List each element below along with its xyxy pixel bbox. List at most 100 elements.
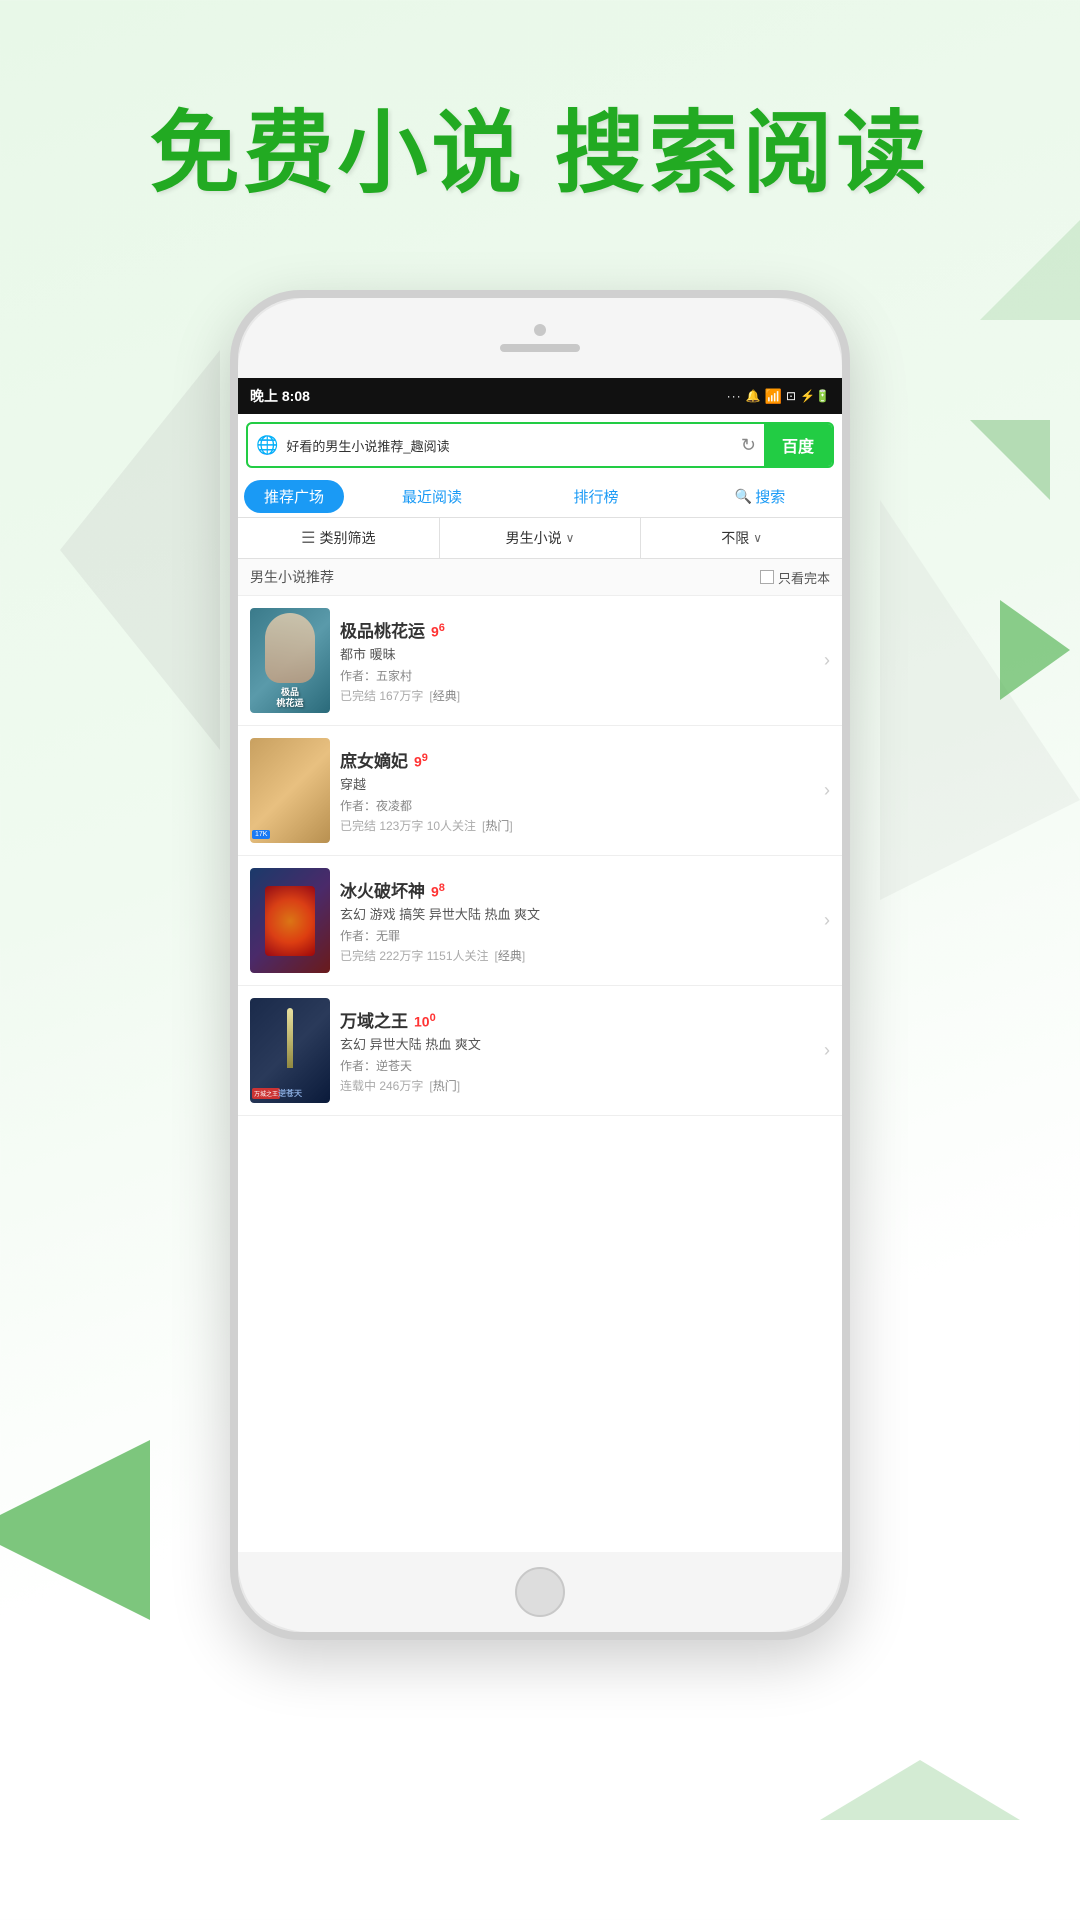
book-status-1: 已完结 167万字 — [340, 687, 423, 704]
cover-inner-3 — [265, 886, 315, 956]
book-title-row-4: 万域之王 100 — [340, 1007, 814, 1032]
filter-type[interactable]: 男生小说 ∨ — [440, 518, 642, 558]
nav-tabs: 推荐广场 最近阅读 排行榜 🔍 搜索 — [238, 476, 842, 518]
phone-screen: 晚上 8:08 ··· 🔔 📶 ⊡ ⚡🔋 🌐 好看的男生小说推荐_趣阅读 ↻ 百… — [238, 378, 842, 1552]
bg-decoration-8 — [820, 1760, 1020, 1820]
rating-main-4: 10 — [414, 1014, 430, 1030]
complete-label: 只看完本 — [778, 568, 830, 587]
book-genre-3: 玄幻 游戏 搞笑 异世大陆 热血 爽文 — [340, 904, 814, 923]
book-info-4: 万域之王 100 玄幻 异世大陆 热血 爽文 作者：逆苍天 连载中 246万字 … — [330, 1007, 824, 1094]
chevron-down-icon: ∨ — [566, 531, 575, 545]
speaker-grille — [500, 344, 580, 352]
status-bar: 晚上 8:08 ··· 🔔 📶 ⊡ ⚡🔋 — [238, 378, 842, 414]
book-title-row-2: 庶女嫡妃 99 — [340, 747, 814, 772]
book-title-row-1: 极品桃花运 96 — [340, 617, 814, 642]
search-tab-icon: 🔍 — [735, 488, 752, 505]
book-tag-2: [热门] — [482, 817, 513, 834]
section-title: 男生小说推荐 — [250, 567, 334, 587]
filter-list-icon: ☰ — [301, 528, 315, 548]
book-tag-4: [热门] — [429, 1077, 460, 1094]
search-input[interactable]: 好看的男生小说推荐_趣阅读 — [286, 436, 732, 455]
rating-decimal-1: 6 — [439, 622, 445, 634]
book-status-4: 连载中 246万字 — [340, 1077, 423, 1094]
book-genre-4: 玄幻 异世大陆 热血 爽文 — [340, 1034, 814, 1053]
refresh-icon[interactable]: ↻ — [733, 435, 764, 456]
signal-icon: ··· — [727, 389, 742, 403]
book-rating-3: 98 — [431, 882, 445, 900]
book-status-3: 已完结 222万字 1151人关注 — [340, 947, 489, 964]
book-rating-1: 96 — [431, 622, 445, 640]
bg-decoration-2 — [880, 500, 1080, 900]
mute-icon: 🔔 — [746, 389, 761, 403]
filter-limit[interactable]: 不限 ∨ — [641, 518, 842, 558]
book-cover-3 — [250, 868, 330, 973]
tab-search-label: 搜索 — [755, 486, 785, 507]
book-info-2: 庶女嫡妃 99 穿越 作者：夜凌都 已完结 123万字 10人关注 [热门] — [330, 747, 824, 834]
book-title-1: 极品桃花运 — [340, 617, 425, 642]
tab-search[interactable]: 🔍 搜索 — [678, 476, 842, 517]
chevron-right-icon-2: › — [824, 780, 830, 801]
book-tag-3: [经典] — [495, 947, 526, 964]
search-bar[interactable]: 🌐 好看的男生小说推荐_趣阅读 ↻ 百度 — [246, 422, 834, 468]
status-icons: ··· 🔔 📶 ⊡ ⚡🔋 — [727, 388, 830, 405]
only-complete-filter[interactable]: 只看完本 — [760, 568, 830, 587]
bg-decoration-4 — [970, 420, 1050, 500]
list-item[interactable]: 冰火破坏神 98 玄幻 游戏 搞笑 异世大陆 热血 爽文 作者：无罪 已完结 2… — [238, 856, 842, 986]
list-item[interactable]: 万城之王 逆苍天 万域之王 100 玄幻 异世大陆 热血 爽文 作者：逆苍天 — [238, 986, 842, 1116]
cover-sword — [287, 1008, 293, 1068]
tab-ranking[interactable]: 排行榜 — [514, 476, 678, 517]
book-author-1: 作者：五家村 — [340, 667, 814, 684]
cover-text-4: 逆苍天 — [278, 1088, 302, 1099]
chevron-down-icon-2: ∨ — [753, 531, 762, 545]
tab-recent[interactable]: 最近阅读 — [350, 476, 514, 517]
wifi-icon: 📶 — [765, 388, 782, 405]
tab-recommend[interactable]: 推荐广场 — [244, 480, 344, 513]
book-list: 极品桃花运 极品桃花运 96 都市 暖昧 作者：五家村 已完结 167万字 — [238, 596, 842, 1116]
book-meta-1: 已完结 167万字 [经典] — [340, 687, 814, 704]
book-rating-4: 100 — [414, 1012, 436, 1030]
book-meta-3: 已完结 222万字 1151人关注 [经典] — [340, 947, 814, 964]
globe-icon: 🌐 — [248, 435, 286, 456]
page-title: 免费小说 搜索阅读 — [0, 80, 1080, 210]
cover-figure — [265, 613, 315, 683]
complete-checkbox[interactable] — [760, 570, 774, 584]
phone-top — [238, 298, 842, 378]
filter-category[interactable]: ☰ 类别筛选 — [238, 518, 440, 558]
section-header: 男生小说推荐 只看完本 — [238, 559, 842, 596]
book-title-3: 冰火破坏神 — [340, 877, 425, 902]
filter-limit-label: 不限 — [721, 528, 749, 548]
rating-main-2: 9 — [414, 754, 422, 770]
phone-body: 晚上 8:08 ··· 🔔 📶 ⊡ ⚡🔋 🌐 好看的男生小说推荐_趣阅读 ↻ 百… — [230, 290, 850, 1640]
book-tag-1: [经典] — [429, 687, 460, 704]
book-info-1: 极品桃花运 96 都市 暖昧 作者：五家村 已完结 167万字 [经典] — [330, 617, 824, 704]
bg-decoration-3 — [980, 200, 1080, 320]
rating-main-3: 9 — [431, 884, 439, 900]
battery-icon: ⚡🔋 — [800, 389, 830, 403]
screen-icon: ⊡ — [786, 389, 796, 403]
book-info-3: 冰火破坏神 98 玄幻 游戏 搞笑 异世大陆 热血 爽文 作者：无罪 已完结 2… — [330, 877, 824, 964]
search-button[interactable]: 百度 — [764, 424, 832, 466]
home-button[interactable] — [515, 1567, 565, 1617]
book-author-3: 作者：无罪 — [340, 927, 814, 944]
book-author-4: 作者：逆苍天 — [340, 1057, 814, 1074]
book-title-row-3: 冰火破坏神 98 — [340, 877, 814, 902]
cover-text: 极品桃花运 — [276, 687, 303, 709]
chevron-right-icon-4: › — [824, 1040, 830, 1061]
filter-bar: ☰ 类别筛选 男生小说 ∨ 不限 ∨ — [238, 518, 842, 559]
book-status-2: 已完结 123万字 10人关注 — [340, 817, 476, 834]
book-cover-1: 极品桃花运 — [250, 608, 330, 713]
book-meta-2: 已完结 123万字 10人关注 [热门] — [340, 817, 814, 834]
bg-decoration-7 — [0, 1440, 150, 1620]
phone-bottom — [238, 1552, 842, 1632]
phone-mockup: 晚上 8:08 ··· 🔔 📶 ⊡ ⚡🔋 🌐 好看的男生小说推荐_趣阅读 ↻ 百… — [230, 290, 850, 1690]
book-genre-2: 穿越 — [340, 774, 814, 793]
list-item[interactable]: 极品桃花运 极品桃花运 96 都市 暖昧 作者：五家村 已完结 167万字 — [238, 596, 842, 726]
book-author-2: 作者：夜凌都 — [340, 797, 814, 814]
book-title-4: 万域之王 — [340, 1007, 408, 1032]
camera-dot — [534, 324, 546, 336]
rating-main-1: 9 — [431, 624, 439, 640]
chevron-right-icon-3: › — [824, 910, 830, 931]
list-item[interactable]: 17K 庶女嫡妃 99 穿越 作者：夜凌都 已完结 123万字 10人关注 — [238, 726, 842, 856]
book-meta-4: 连载中 246万字 [热门] — [340, 1077, 814, 1094]
chevron-right-icon: › — [824, 650, 830, 671]
